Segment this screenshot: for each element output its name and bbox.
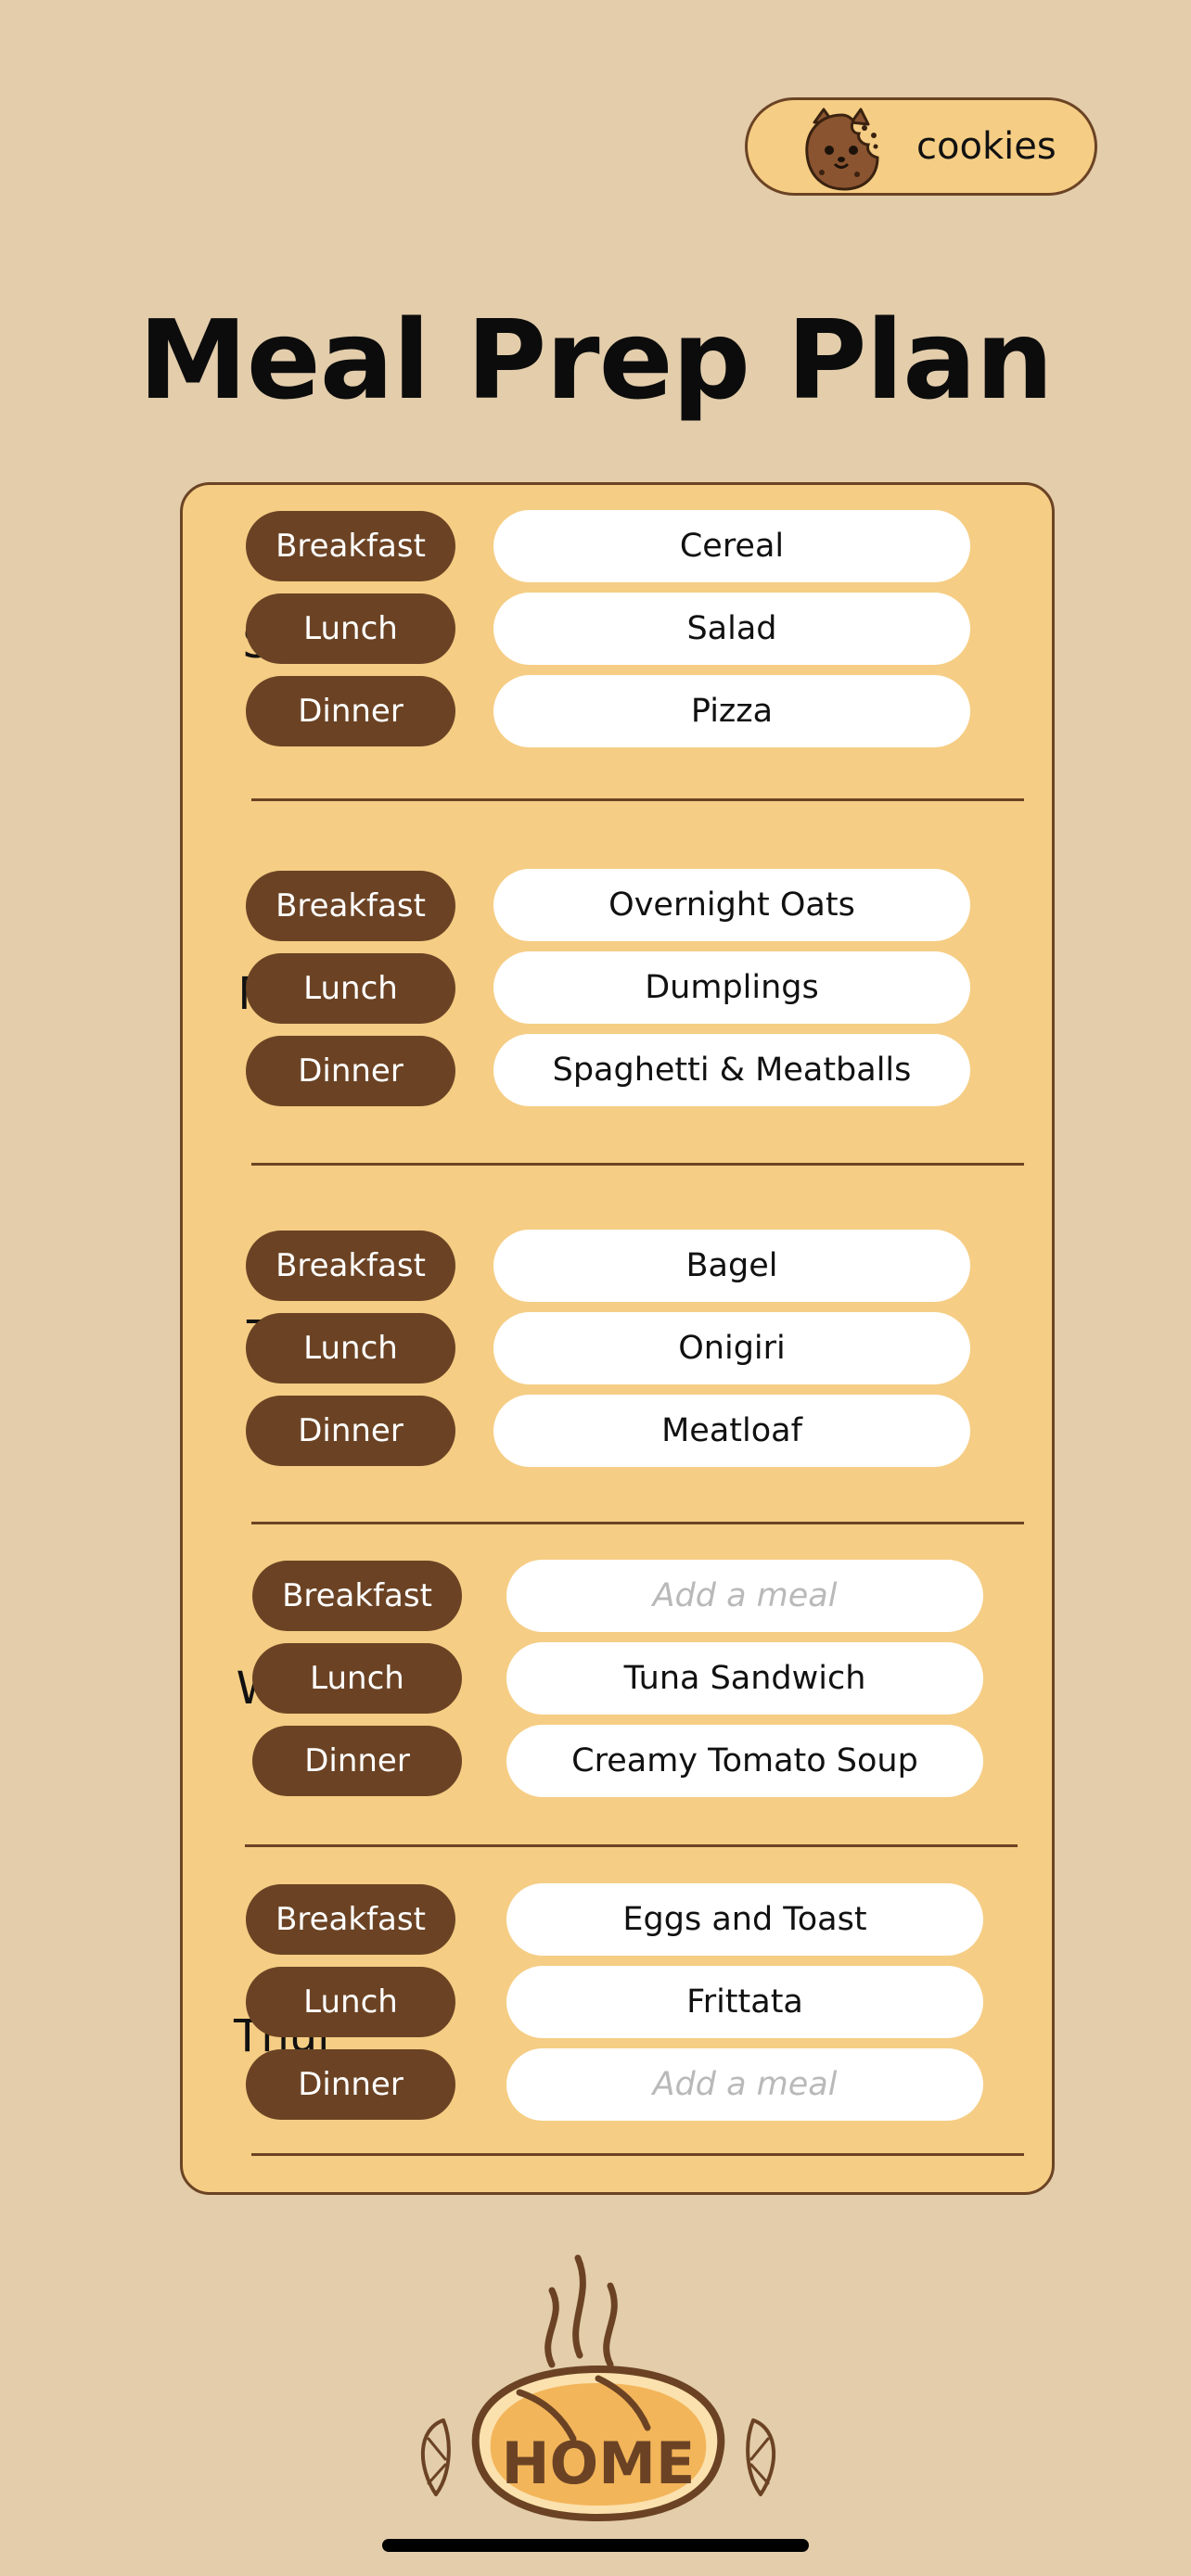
divider — [245, 1844, 1018, 1847]
home-button[interactable]: HOME — [408, 2244, 788, 2531]
meal-input-tue-dinner[interactable]: Meatloaf — [493, 1395, 970, 1467]
meal-input-mon-lunch[interactable]: Dumplings — [493, 951, 970, 1024]
meal-type-thur-lunch: Lunch — [246, 1967, 455, 2037]
meal-input-wed-lunch[interactable]: Tuna Sandwich — [506, 1642, 983, 1715]
divider — [251, 1163, 1024, 1166]
cookies-label: cookies — [916, 125, 1057, 168]
meal-input-wed-dinner[interactable]: Creamy Tomato Soup — [506, 1725, 983, 1797]
cookie-cat-icon — [805, 108, 879, 191]
meal-type-sun-lunch: Lunch — [246, 593, 455, 664]
meal-type-wed-lunch: Lunch — [252, 1643, 462, 1714]
meal-type-wed-breakfast: Breakfast — [252, 1561, 462, 1631]
cookies-button[interactable]: cookies — [745, 97, 1097, 196]
page-title: Meal Prep Plan — [138, 296, 1053, 424]
meal-input-mon-dinner[interactable]: Spaghetti & Meatballs — [493, 1034, 970, 1106]
meal-type-tue-breakfast: Breakfast — [246, 1231, 455, 1301]
meal-input-thur-breakfast[interactable]: Eggs and Toast — [506, 1883, 983, 1956]
meal-type-mon-breakfast: Breakfast — [246, 871, 455, 941]
meal-type-tue-lunch: Lunch — [246, 1313, 455, 1384]
meal-type-wed-dinner: Dinner — [252, 1726, 462, 1796]
divider — [251, 1522, 1024, 1524]
meal-input-sun-dinner[interactable]: Pizza — [493, 675, 970, 747]
bread-loaf-icon: HOME — [420, 2254, 776, 2522]
meal-input-thur-lunch[interactable]: Frittata — [506, 1966, 983, 2038]
meal-type-thur-dinner: Dinner — [246, 2049, 455, 2120]
meal-type-mon-dinner: Dinner — [246, 1036, 455, 1106]
meal-type-sun-dinner: Dinner — [246, 676, 455, 746]
meal-input-tue-lunch[interactable]: Onigiri — [493, 1312, 970, 1384]
meal-input-tue-breakfast[interactable]: Bagel — [493, 1230, 970, 1302]
divider — [251, 798, 1024, 801]
meal-input-sun-lunch[interactable]: Salad — [493, 593, 970, 665]
meal-input-wed-breakfast[interactable]: Add a meal — [506, 1560, 983, 1632]
meal-type-thur-breakfast: Breakfast — [246, 1884, 455, 1955]
meal-plan-card: Sun Breakfast Cereal Lunch Salad Dinner … — [180, 482, 1055, 2195]
home-indicator[interactable] — [382, 2539, 809, 2552]
meal-input-sun-breakfast[interactable]: Cereal — [493, 510, 970, 582]
meal-input-mon-breakfast[interactable]: Overnight Oats — [493, 869, 970, 941]
meal-type-sun-breakfast: Breakfast — [246, 511, 455, 581]
home-label: HOME — [502, 2429, 696, 2497]
meal-type-tue-dinner: Dinner — [246, 1396, 455, 1466]
meal-input-thur-dinner[interactable]: Add a meal — [506, 2048, 983, 2121]
meal-type-mon-lunch: Lunch — [246, 953, 455, 1024]
divider — [251, 2153, 1024, 2156]
